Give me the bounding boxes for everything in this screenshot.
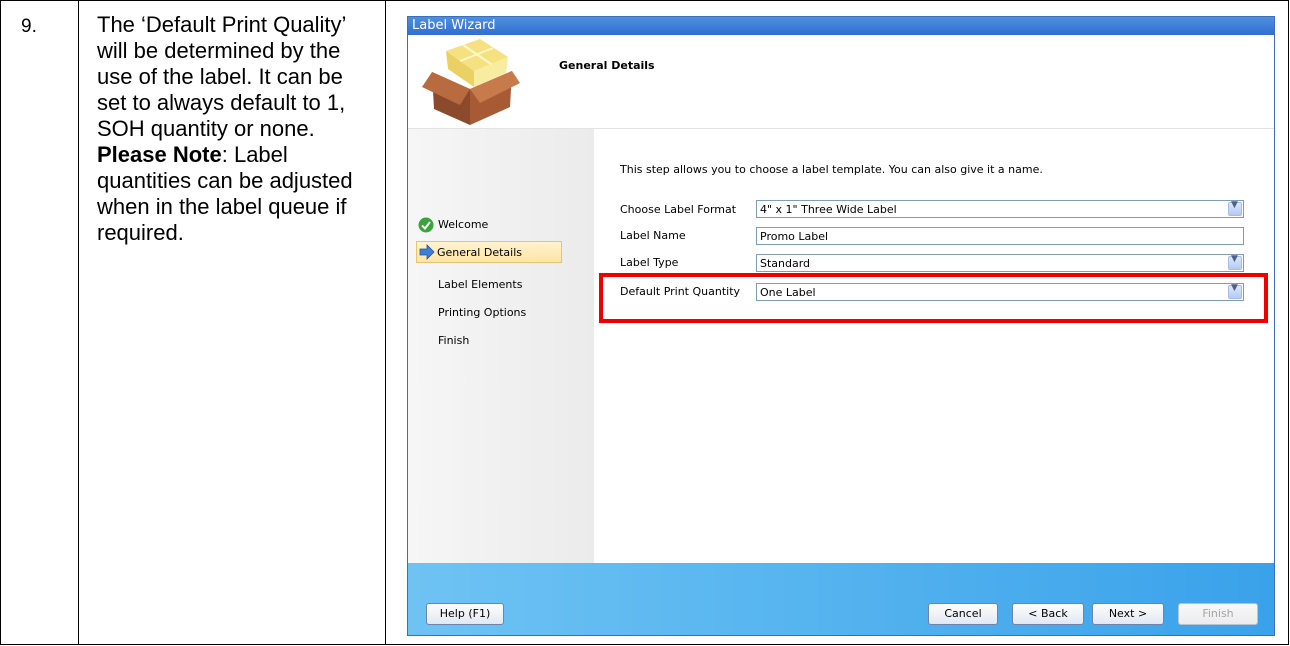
arrow-right-icon	[419, 244, 435, 260]
wizard-footer: Help (F1) Cancel < Back Next > Finish	[408, 563, 1274, 635]
chevron-down-icon[interactable]: ▼	[1228, 254, 1242, 270]
label-name-label: Label Name	[620, 229, 686, 242]
back-button[interactable]: < Back	[1012, 603, 1084, 625]
finish-button: Finish	[1178, 603, 1258, 625]
nav-item-label: Printing Options	[438, 306, 527, 319]
label-wizard-window: Label Wizard General Details Welcome Gen…	[407, 16, 1275, 636]
window-titlebar[interactable]: Label Wizard	[408, 17, 1274, 35]
print-quantity-select[interactable]: One Label ▼	[756, 283, 1244, 301]
window-title: Label Wizard	[412, 18, 496, 33]
help-button[interactable]: Help (F1)	[426, 603, 504, 625]
wizard-steps-sidebar: Welcome General Details Label Elements P…	[408, 129, 594, 563]
nav-item-label: Welcome	[438, 218, 489, 231]
instruction-text-part: The ‘Default Print Quality’ will be dete…	[97, 12, 346, 141]
step-description: This step allows you to choose a label t…	[620, 163, 1043, 176]
next-button[interactable]: Next >	[1092, 603, 1164, 625]
print-quantity-label: Default Print Quantity	[620, 285, 741, 298]
step-number: 9.	[21, 16, 37, 37]
print-quantity-value: One Label	[760, 286, 816, 299]
wizard-content: This step allows you to choose a label t…	[594, 129, 1274, 563]
label-format-label: Choose Label Format	[620, 203, 737, 216]
label-type-value: Standard	[760, 257, 811, 270]
label-name-input[interactable]: Promo Label	[756, 227, 1244, 245]
label-format-value: 4" x 1" Three Wide Label	[760, 203, 897, 216]
nav-item-label: Finish	[438, 334, 470, 347]
step-title: General Details	[559, 59, 655, 72]
nav-item-finish[interactable]: Finish	[408, 331, 594, 351]
nav-item-printing-options[interactable]: Printing Options	[408, 303, 594, 323]
nav-item-label: General Details	[437, 246, 522, 259]
wizard-header: General Details	[408, 35, 1274, 129]
package-box-icon	[422, 39, 520, 125]
check-circle-icon	[418, 217, 434, 233]
nav-item-label-elements[interactable]: Label Elements	[408, 275, 594, 295]
column-divider	[78, 1, 79, 644]
nav-item-welcome[interactable]: Welcome	[408, 215, 594, 235]
chevron-down-icon[interactable]: ▼	[1228, 283, 1242, 299]
nav-item-general-details[interactable]: General Details	[416, 241, 562, 263]
label-type-select[interactable]: Standard ▼	[756, 254, 1244, 272]
label-format-select[interactable]: 4" x 1" Three Wide Label ▼	[756, 200, 1244, 218]
label-name-value: Promo Label	[760, 230, 829, 243]
instruction-bold-note: Please Note	[97, 142, 222, 167]
chevron-down-icon[interactable]: ▼	[1228, 200, 1242, 216]
instruction-text: The ‘Default Print Quality’ will be dete…	[97, 12, 375, 246]
column-divider	[385, 1, 386, 644]
cancel-button[interactable]: Cancel	[928, 603, 998, 625]
nav-item-label: Label Elements	[438, 278, 523, 291]
label-type-label: Label Type	[620, 256, 679, 269]
